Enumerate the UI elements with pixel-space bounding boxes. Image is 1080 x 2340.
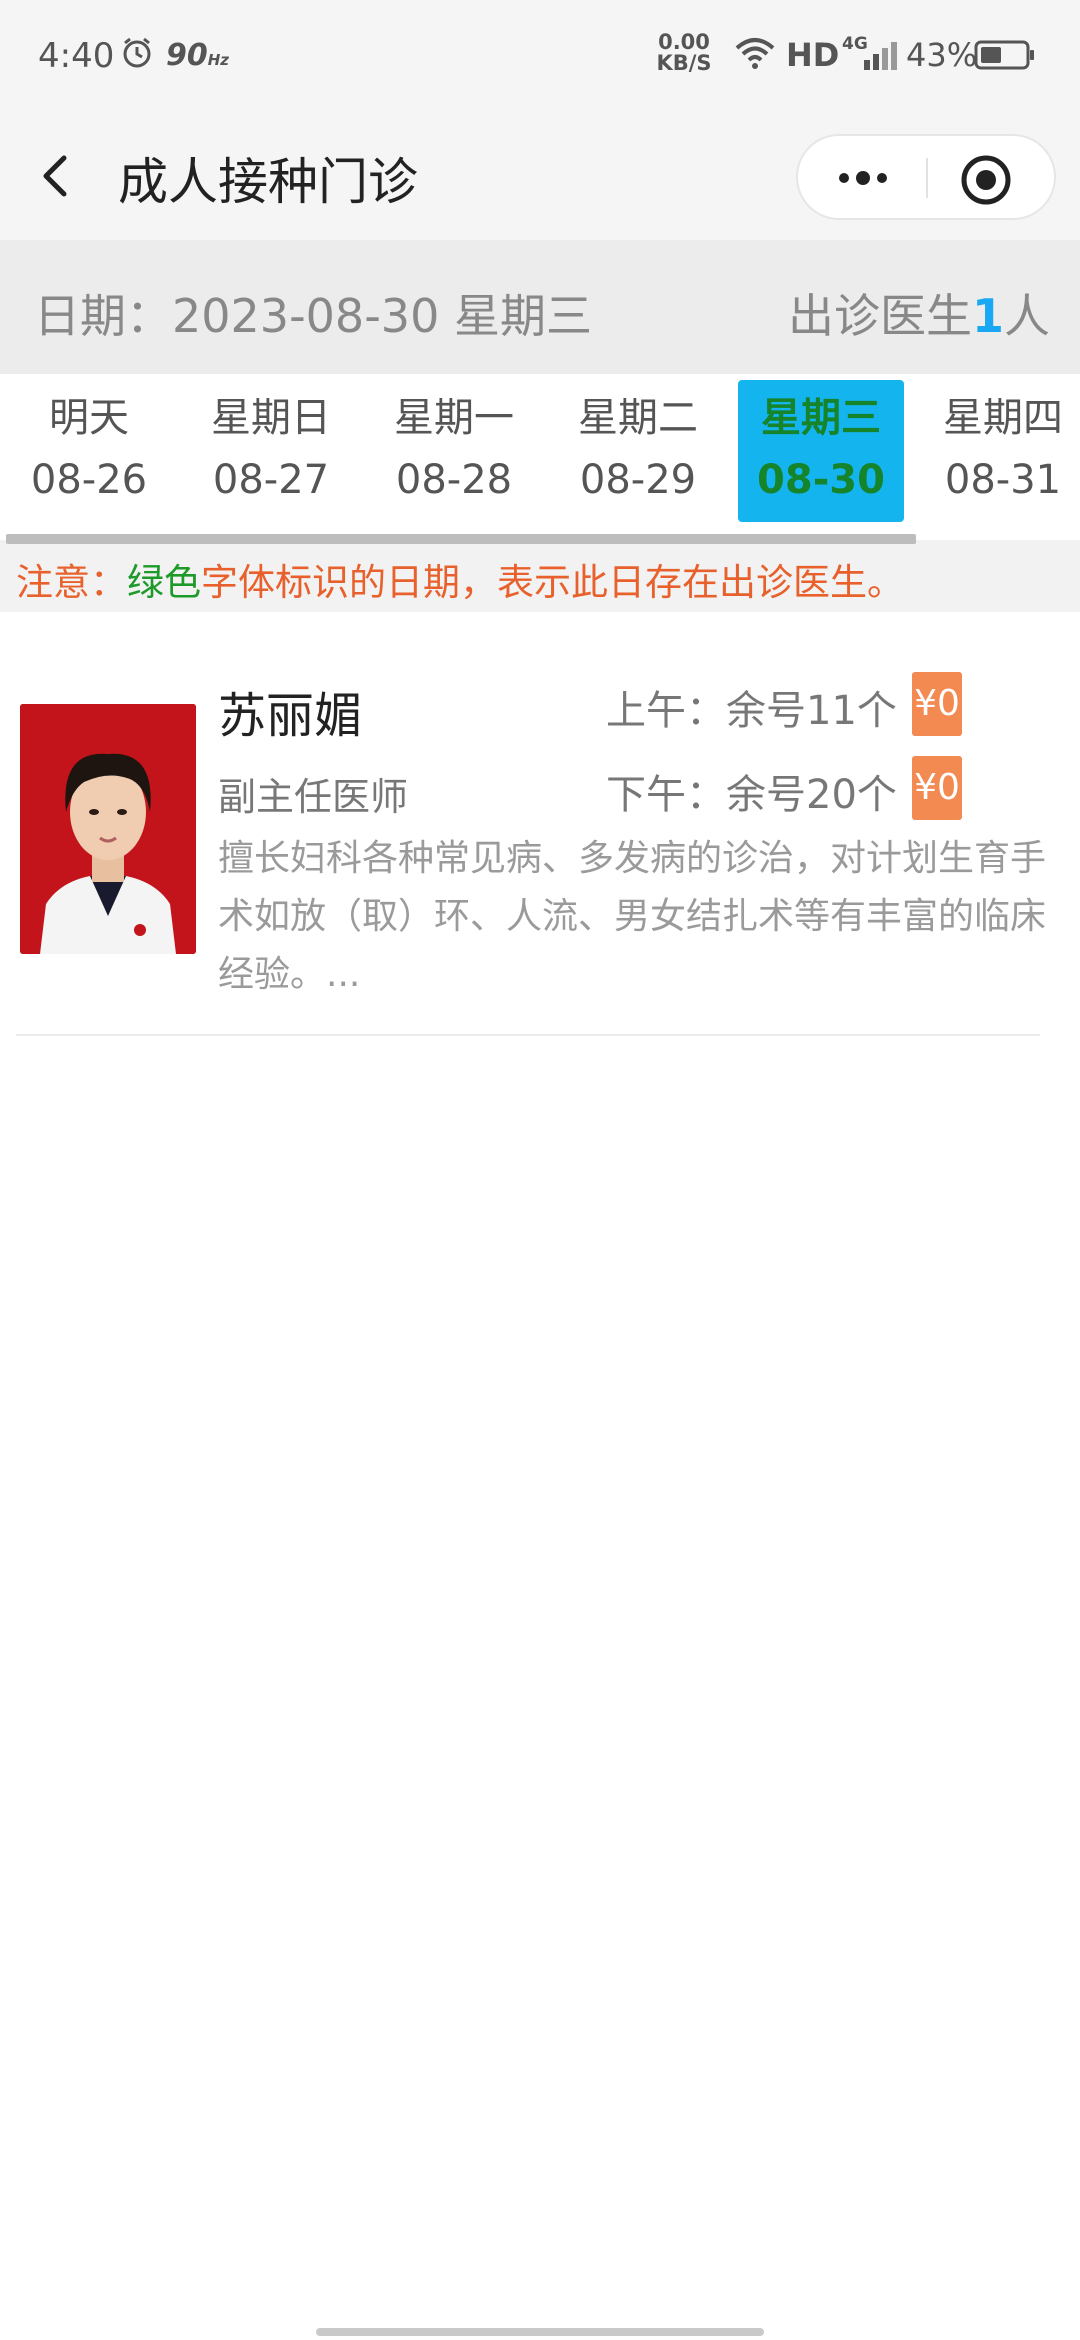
day-tab-weekday: 星期一 [394, 395, 514, 441]
miniprogram-capsule [796, 134, 1056, 220]
back-arrow-icon[interactable] [34, 152, 82, 200]
page-title: 成人接种门诊 [118, 153, 418, 211]
status-time: 4:40 [38, 36, 115, 76]
doctor-description: 擅长妇科各种常见病、多发病的诊治，对计划生育手术如放（取）环、人流、男女结扎术等… [218, 838, 1047, 995]
notice-highlight: 绿色 [127, 561, 201, 604]
day-tab-08-27[interactable]: 星期日 08-27 [188, 380, 354, 522]
refresh-rate-value: 90 [166, 38, 208, 73]
day-tab-date: 08-29 [579, 457, 697, 503]
selected-date-label: 日期：2023-08-30 星期三 [34, 289, 592, 343]
afternoon-price-badge[interactable]: ¥0 [912, 756, 962, 820]
card-divider [16, 1034, 1040, 1036]
day-tab-date: 08-30 [757, 457, 885, 503]
day-tab-weekday: 星期日 [211, 395, 331, 441]
doctor-count-suffix: 人 [1004, 289, 1050, 343]
day-tab-weekday: 星期四 [943, 395, 1063, 441]
notice-banner: 注意：绿色字体标识的日期，表示此日存在出诊医生。 [0, 540, 1080, 612]
day-tab-weekday: 明天 [49, 395, 129, 441]
network-speed-unit: KB/S [656, 51, 712, 75]
day-tab-08-31[interactable]: 星期四 08-31 [920, 380, 1080, 522]
notice-suffix: 字体标识的日期，表示此日存在出诊医生。 [201, 561, 904, 604]
close-miniprogram-icon[interactable] [958, 152, 1014, 208]
alarm-icon [120, 36, 154, 74]
doctor-count-number: 1 [971, 289, 1004, 343]
notice-prefix: 注意： [16, 561, 127, 604]
nav-bar: 成人接种门诊 [0, 112, 1080, 240]
home-indicator[interactable] [316, 2328, 764, 2336]
more-icon[interactable] [828, 154, 898, 202]
morning-price-badge[interactable]: ¥0 [912, 672, 962, 736]
day-tab-08-29[interactable]: 星期二 08-29 [555, 380, 721, 522]
doctor-title: 副主任医师 [218, 775, 409, 819]
doctor-count: 出诊医生1人 [788, 280, 1050, 346]
signal-icon [862, 40, 900, 74]
refresh-rate-unit: Hz [207, 51, 230, 69]
status-bar: 4:40 90Hz 0.00 KB/S HD 4G 43% [0, 0, 1080, 112]
network-speed: 0.00 KB/S [656, 32, 712, 74]
doctor-count-prefix: 出诊医生 [787, 289, 972, 343]
hd-indicator: HD [786, 36, 840, 74]
date-header: 日期：2023-08-30 星期三 出诊医生1人 [0, 240, 1080, 374]
day-tab-08-30[interactable]: 星期三 08-30 [738, 380, 904, 522]
capsule-divider [926, 158, 928, 198]
day-tab-date: 08-27 [212, 457, 330, 503]
doctor-card[interactable]: 苏丽媚 副主任医师 上午：余号11个 ¥0 下午：余号20个 ¥0 擅长妇科各种… [0, 612, 1080, 1036]
battery-icon [974, 40, 1036, 74]
morning-slot[interactable]: 上午：余号11个 [606, 678, 897, 736]
battery-percent: 43% [906, 36, 978, 74]
doctor-avatar [20, 704, 196, 954]
day-tabs: 明天 08-26 星期日 08-27 星期一 08-28 星期二 08-29 星… [0, 374, 1080, 532]
day-tab-weekday: 星期二 [578, 395, 698, 441]
afternoon-slot[interactable]: 下午：余号20个 [606, 762, 897, 820]
day-tab-weekday: 星期三 [761, 395, 881, 441]
refresh-rate-indicator: 90Hz [166, 38, 229, 73]
notice-text: 注意：绿色字体标识的日期，表示此日存在出诊医生。 [16, 552, 904, 606]
day-tab-date: 08-31 [944, 457, 1062, 503]
doctor-name: 苏丽媚 [218, 688, 363, 744]
day-tab-date: 08-26 [30, 457, 148, 503]
day-tab-08-26[interactable]: 明天 08-26 [6, 380, 172, 522]
wifi-icon [734, 36, 776, 74]
day-tabs-scrollbar[interactable] [6, 534, 916, 544]
day-tab-date: 08-28 [395, 457, 513, 503]
day-tab-08-28[interactable]: 星期一 08-28 [371, 380, 537, 522]
